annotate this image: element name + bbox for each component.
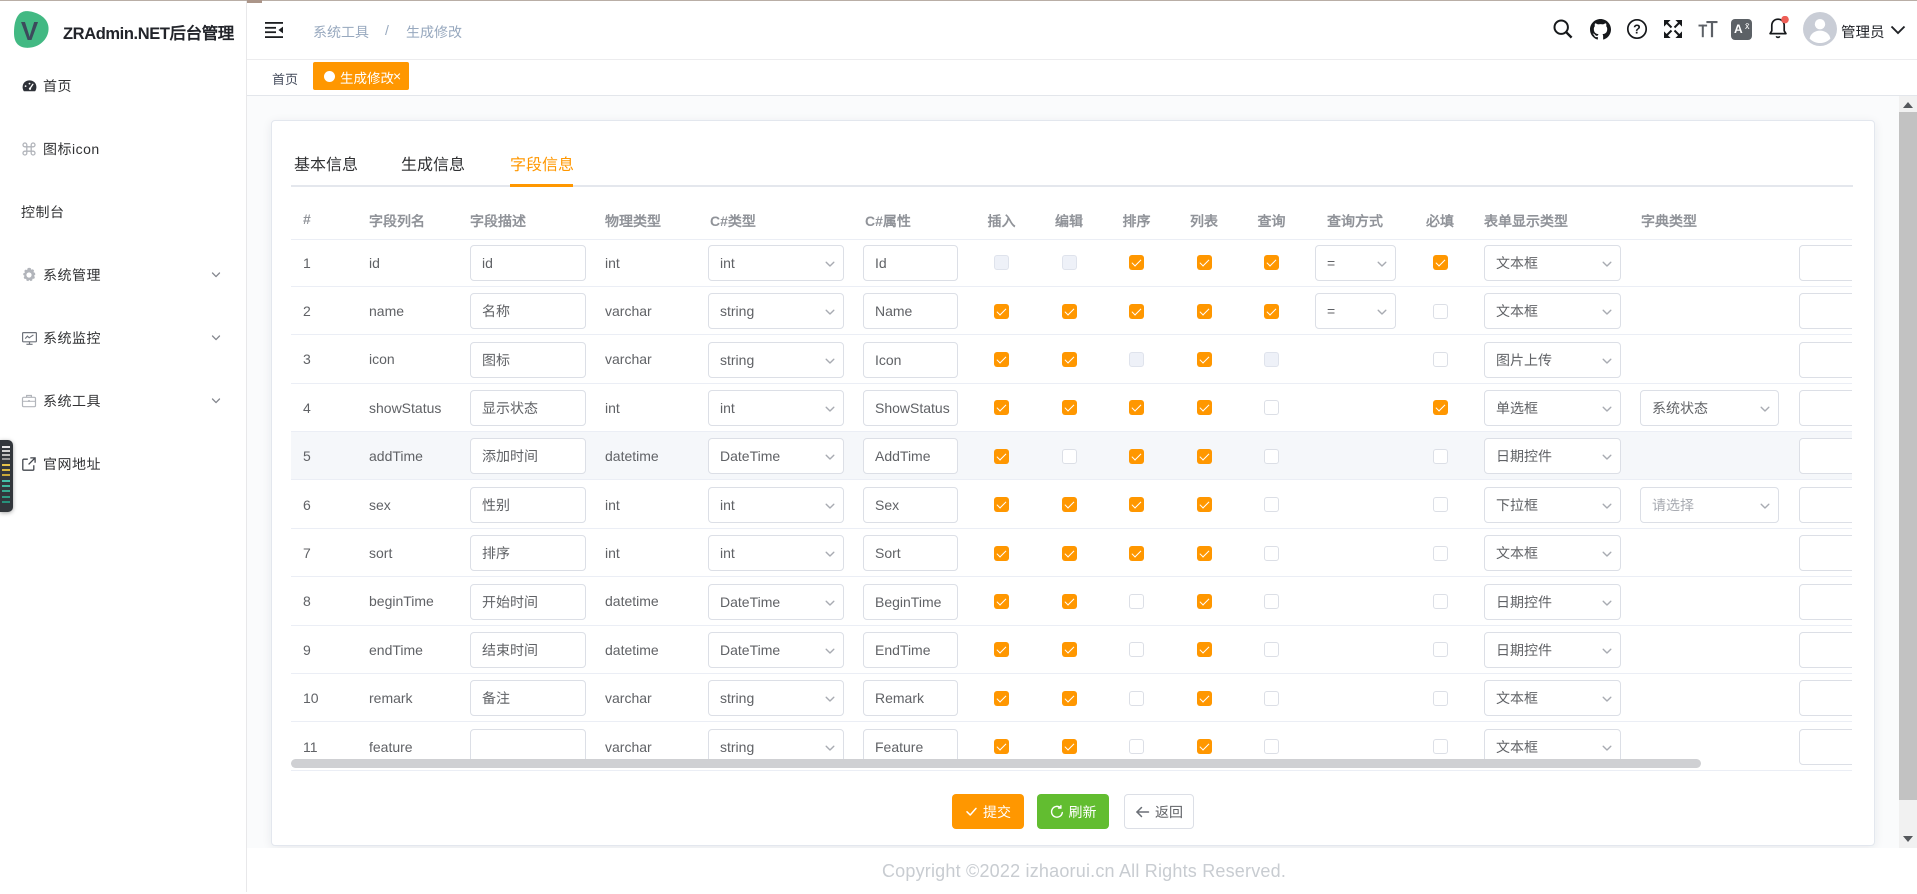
svg-text:V: V <box>21 16 39 46</box>
svg-text:?: ? <box>1633 22 1641 36</box>
